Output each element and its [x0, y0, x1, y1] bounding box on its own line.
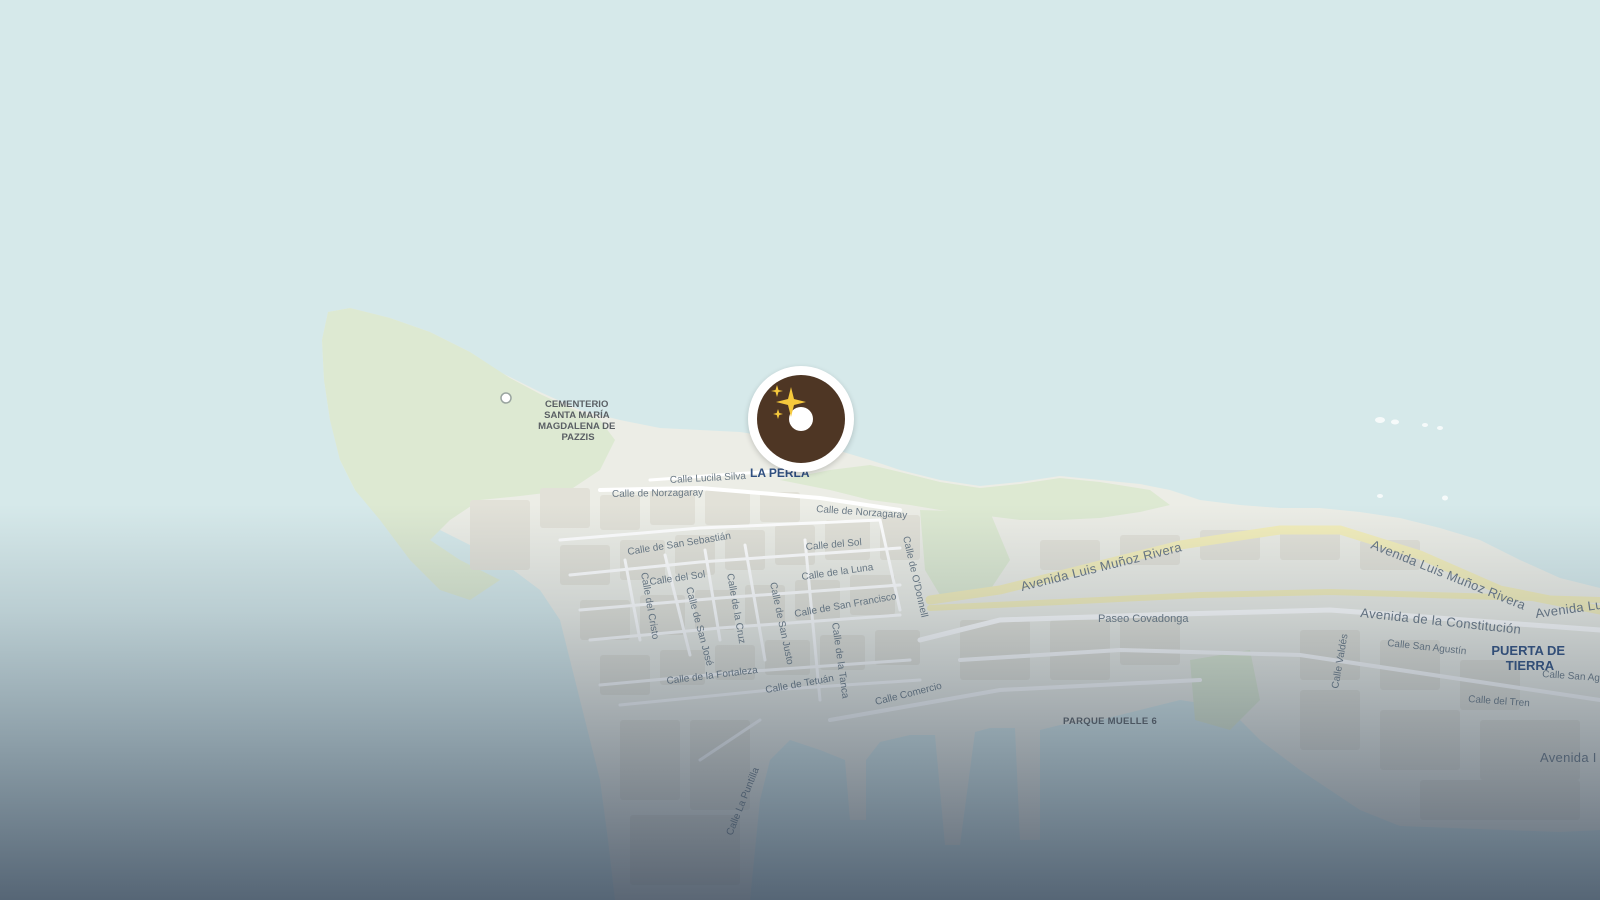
street-label: Calle de Norzagaray: [612, 487, 703, 500]
sparkles-icon: [771, 385, 806, 419]
avenue-label: Avenida I: [1540, 750, 1597, 765]
donut-place-marker[interactable]: [748, 366, 854, 472]
street-label: Paseo Covadonga: [1098, 613, 1189, 625]
islets: [1375, 417, 1448, 501]
parque-muelle-6-label: PARQUE MUELLE 6: [1063, 716, 1157, 727]
donut-icon: [757, 375, 845, 463]
poi-marker-circle: [500, 392, 512, 404]
